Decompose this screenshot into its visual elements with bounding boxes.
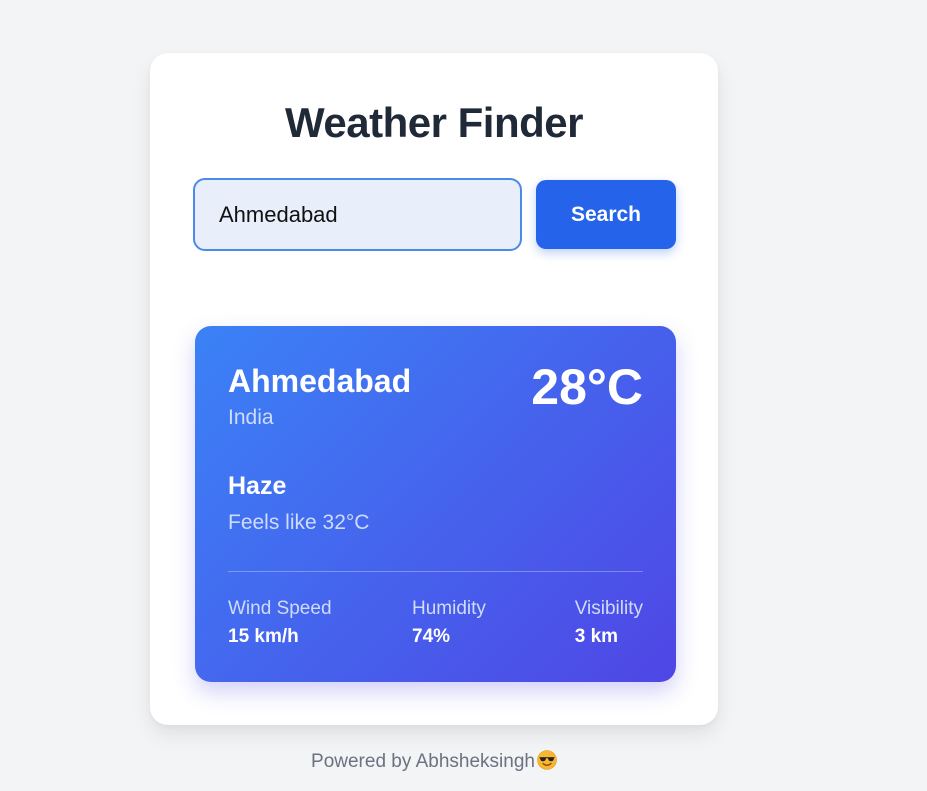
city-name: Ahmedabad — [228, 363, 412, 399]
wind-speed-stat: Wind Speed 15 km/h — [228, 598, 332, 648]
page-title: Weather Finder — [285, 99, 583, 146]
humidity-value: 74% — [412, 626, 451, 647]
wind-speed-label: Wind Speed — [228, 598, 332, 619]
visibility-label: Visibility — [574, 598, 643, 619]
smiling-face-with-sunglasses-icon — [537, 750, 557, 770]
city-search-input[interactable] — [193, 178, 522, 251]
footer: Powered by Abhsheksingh — [0, 750, 868, 773]
feels-like-text: Feels like 32°C — [228, 511, 370, 534]
visibility-value: 3 km — [574, 626, 619, 647]
weather-app-card: Weather Finder Search Ahmedabad India 28… — [150, 53, 718, 725]
footer-credit-text: Powered by Abhsheksingh — [311, 751, 535, 772]
temperature-value: 28°C — [531, 359, 643, 415]
weather-result-card: Ahmedabad India 28°C Haze Feels like 32°… — [195, 326, 676, 682]
humidity-label: Humidity — [412, 598, 486, 619]
search-button[interactable]: Search — [536, 180, 676, 249]
humidity-stat: Humidity 74% — [412, 598, 486, 648]
divider — [228, 571, 643, 572]
weather-condition: Haze — [228, 472, 287, 500]
country-name: India — [228, 406, 274, 429]
visibility-stat: Visibility 3 km — [575, 598, 643, 648]
wind-speed-value: 15 km/h — [228, 626, 299, 647]
